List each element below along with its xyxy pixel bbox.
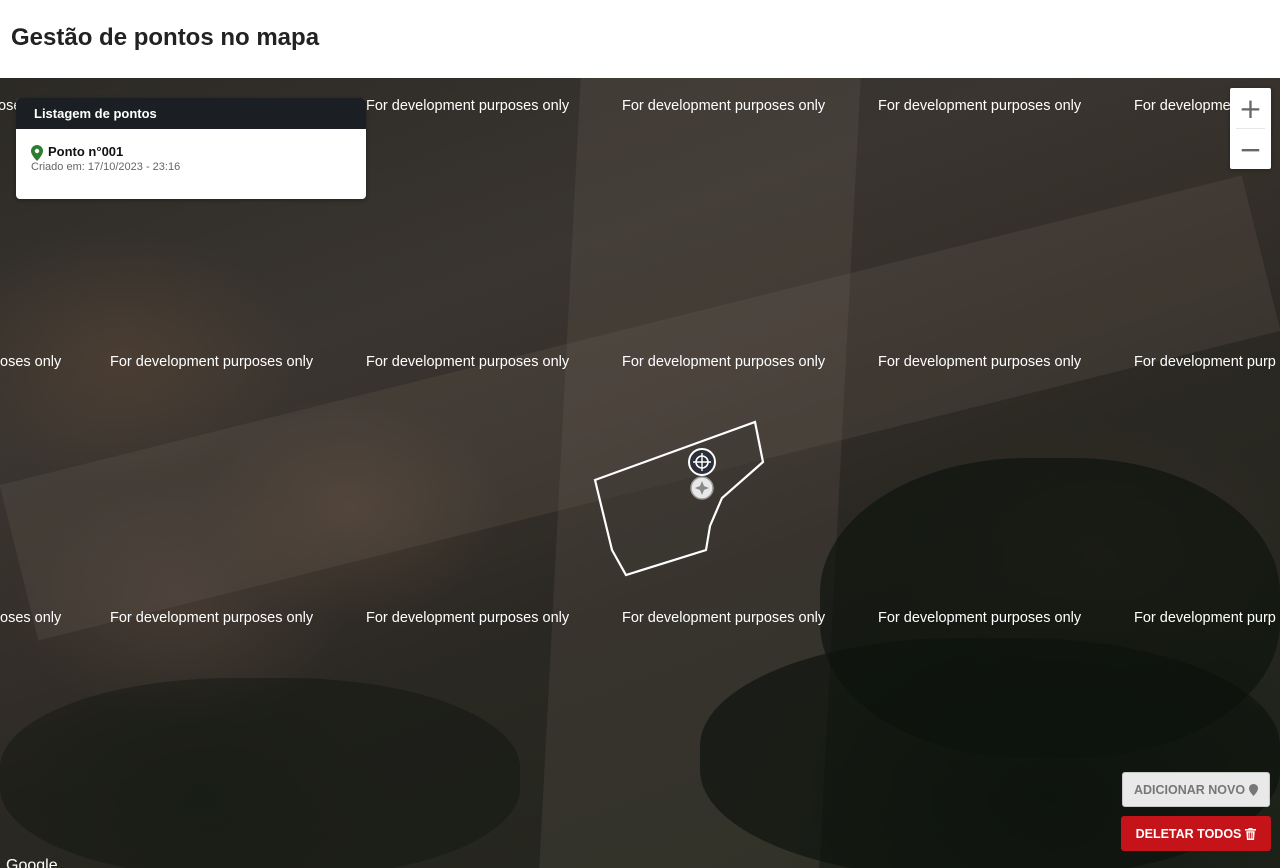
field-polygon[interactable] (593, 420, 765, 577)
zoom-control: + − (1230, 88, 1271, 169)
map-pin-icon (31, 145, 43, 161)
header: Gestão de pontos no mapa (0, 0, 1280, 78)
zoom-in-button[interactable]: + (1230, 88, 1271, 128)
center-marker-icon[interactable] (688, 448, 716, 476)
point-name: Ponto n°001 (48, 144, 124, 159)
trash-icon (1245, 827, 1257, 840)
delete-all-label: DELETAR TODOS (1135, 826, 1242, 841)
map-view[interactable]: oses only For development purposes only … (0, 78, 1280, 868)
zoom-out-button[interactable]: − (1230, 129, 1271, 169)
add-new-button[interactable]: ADICIONAR NOVO (1122, 772, 1270, 807)
google-attribution: Google (6, 857, 58, 868)
add-new-label: ADICIONAR NOVO (1133, 782, 1246, 797)
points-list-title: Listagem de pontos (16, 98, 366, 129)
move-handle-icon[interactable] (690, 476, 714, 500)
point-created-date: Criado em: 17/10/2023 - 23:16 (31, 161, 181, 173)
page-title: Gestão de pontos no mapa (11, 24, 320, 51)
map-pin-icon (1249, 783, 1259, 796)
delete-all-button[interactable]: DELETAR TODOS (1121, 816, 1271, 851)
points-list-panel: Listagem de pontos Ponto n°001 Criado em… (16, 98, 366, 199)
